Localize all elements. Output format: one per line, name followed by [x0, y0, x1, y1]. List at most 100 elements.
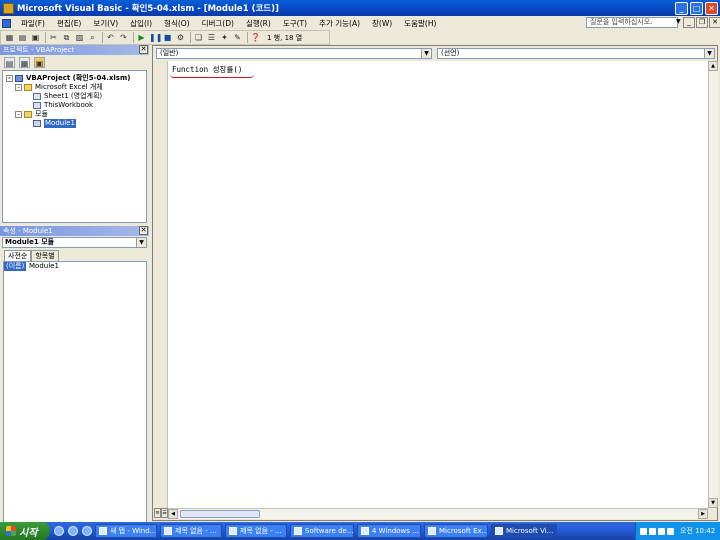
tray-network-icon[interactable] [640, 527, 647, 535]
view-code-icon[interactable]: ▤ [4, 57, 15, 68]
chevron-down-icon[interactable]: ▼ [136, 238, 146, 247]
clock[interactable]: 오전 10:42 [680, 526, 715, 536]
close-button[interactable]: ✕ [705, 1, 718, 15]
tree-expander[interactable]: - [6, 75, 13, 82]
tray-ime-icon[interactable] [658, 527, 665, 535]
tray-security-icon[interactable] [667, 527, 674, 535]
quicklaunch-desktop-icon[interactable] [54, 526, 64, 536]
toggle-folders-icon[interactable]: ▣ [34, 57, 45, 68]
menu-debug[interactable]: 디버그(D) [196, 18, 240, 29]
tree-node-sheet1[interactable]: Sheet1 (영업계획) [3, 92, 146, 101]
save-icon[interactable]: ▣ [30, 32, 41, 43]
reset-icon[interactable]: ■ [162, 32, 173, 43]
cut-icon[interactable]: ✂ [48, 32, 59, 43]
properties-object-select[interactable]: Module1 모듈 ▼ [2, 237, 147, 248]
tree-node-module1[interactable]: Module1 [3, 119, 146, 128]
procedure-combo[interactable]: (선언) ▼ [437, 48, 715, 59]
menu-edit[interactable]: 편집(E) [51, 18, 87, 29]
paste-icon[interactable]: ▨ [74, 32, 85, 43]
menu-insert[interactable]: 삽입(I) [124, 18, 158, 29]
menu-window[interactable]: 창(W) [366, 18, 398, 29]
copy-icon[interactable]: ⧉ [61, 32, 72, 43]
tree-expander[interactable]: - [15, 111, 22, 118]
mdi-restore-button[interactable]: ❐ [696, 17, 708, 28]
taskbar-button[interactable]: Software de... [290, 524, 354, 538]
scroll-right-arrow-icon[interactable]: ▶ [698, 509, 708, 519]
undo-icon[interactable]: ↶ [105, 32, 116, 43]
taskbar-button[interactable]: 새 탭 - Wind... [95, 524, 157, 538]
redo-icon[interactable]: ↷ [118, 32, 129, 43]
scroll-down-arrow-icon[interactable]: ▼ [708, 498, 718, 508]
help-dropdown-icon[interactable]: ▼ [676, 18, 681, 25]
scroll-left-arrow-icon[interactable]: ◀ [168, 509, 178, 519]
object-combo[interactable]: (일반) ▼ [156, 48, 432, 59]
help-icon[interactable]: ❓ [250, 32, 261, 43]
insert-module-icon[interactable]: ▤ [17, 32, 28, 43]
property-row[interactable]: (이름) Module1 [4, 262, 146, 271]
mdi-minimize-button[interactable]: _ [683, 17, 695, 28]
project-explorer-icon[interactable]: ❏ [193, 32, 204, 43]
taskbar-button-label: Microsoft Ex... [439, 527, 488, 535]
horizontal-scroll-thumb[interactable] [180, 510, 260, 518]
property-value[interactable]: Module1 [26, 262, 59, 271]
help-search-input[interactable]: 질문을 입력하십시오. [586, 17, 678, 28]
chevron-down-icon[interactable]: ▼ [704, 49, 714, 58]
quicklaunch-ie-icon[interactable] [68, 526, 78, 536]
tree-node-label: Microsoft Excel 개체 [35, 83, 103, 91]
scroll-up-arrow-icon[interactable]: ▲ [708, 61, 718, 71]
menu-run[interactable]: 실행(R) [240, 18, 277, 29]
tree-node-excel-objects[interactable]: - Microsoft Excel 개체 [3, 83, 146, 92]
view-object-icon[interactable]: ▦ [19, 57, 30, 68]
menu-view[interactable]: 보기(V) [87, 18, 124, 29]
toolbox-icon[interactable]: ✎ [232, 32, 243, 43]
excel-view-icon[interactable]: ▦ [4, 32, 15, 43]
taskbar-button[interactable]: 제목 없음 - ... [225, 524, 287, 538]
menu-addins[interactable]: 추가 기능(A) [313, 18, 366, 29]
menu-help[interactable]: 도움말(H) [398, 18, 442, 29]
code-window: (일반) ▼ (선언) ▼ Function 성장률() ▲ ▼ ≡ ☰ ◀ ▶ [152, 45, 718, 521]
find-icon[interactable]: ⌕ [87, 32, 98, 43]
folder-icon [24, 111, 32, 118]
chevron-down-icon[interactable]: ▼ [421, 49, 431, 58]
code-editor[interactable]: Function 성장률() [168, 61, 708, 508]
taskbar-button-active[interactable]: Microsoft Vi... [491, 524, 557, 538]
run-icon[interactable]: ▶ [136, 32, 147, 43]
notepad-icon [229, 527, 237, 535]
toolbar-separator [133, 32, 134, 43]
tree-node-thisworkbook[interactable]: ThisWorkbook [3, 101, 146, 110]
project-pane-close-button[interactable]: ✕ [139, 45, 148, 54]
horizontal-scrollbar[interactable]: ◀ ▶ [168, 508, 708, 519]
mdi-close-button[interactable]: ✕ [709, 17, 720, 28]
start-button[interactable]: 시작 [0, 522, 50, 540]
module-doc-icon[interactable] [2, 18, 11, 28]
taskbar-button[interactable]: 제목 없음 - ... [160, 524, 222, 538]
tab-categorized[interactable]: 항목별 [31, 250, 59, 261]
project-pane-title: 프로젝트 - VBAProject ✕ [0, 45, 149, 55]
procedure-view-icon[interactable]: ≡ [154, 508, 161, 518]
toolbar-separator [102, 32, 103, 43]
design-mode-icon[interactable]: ⚙ [175, 32, 186, 43]
quicklaunch-chrome-icon[interactable] [82, 526, 92, 536]
tray-volume-icon[interactable] [649, 527, 656, 535]
maximize-button[interactable]: □ [690, 1, 703, 15]
vertical-scrollbar[interactable]: ▲ ▼ [708, 61, 718, 508]
properties-icon[interactable]: ☰ [206, 32, 217, 43]
tree-node-vbaproject[interactable]: - VBAProject (확인5-04.xlsm) [3, 74, 146, 83]
menu-file[interactable]: 파일(F) [15, 18, 51, 29]
object-browser-icon[interactable]: ✦ [219, 32, 230, 43]
minimize-button[interactable]: _ [675, 1, 688, 15]
menu-tools[interactable]: 도구(T) [277, 18, 313, 29]
menu-format[interactable]: 형식(O) [158, 18, 196, 29]
full-module-view-icon[interactable]: ☰ [161, 508, 168, 518]
tree-expander[interactable]: - [15, 84, 22, 91]
taskbar-button[interactable]: Microsoft Ex... [424, 524, 488, 538]
tree-node-modules[interactable]: - 모듈 [3, 110, 146, 119]
properties-object-select-value: Module1 모듈 [5, 238, 55, 246]
tree-node-label: 모듈 [35, 110, 48, 118]
toolbar-separator [247, 32, 248, 43]
code-margin-indicator-bar[interactable] [154, 61, 168, 508]
break-icon[interactable]: ❚❚ [149, 32, 162, 43]
properties-pane-close-button[interactable]: ✕ [139, 226, 148, 235]
tab-alphabetic[interactable]: 사전순 [4, 250, 32, 261]
taskbar-button[interactable]: 4 Windows ... [357, 524, 421, 538]
